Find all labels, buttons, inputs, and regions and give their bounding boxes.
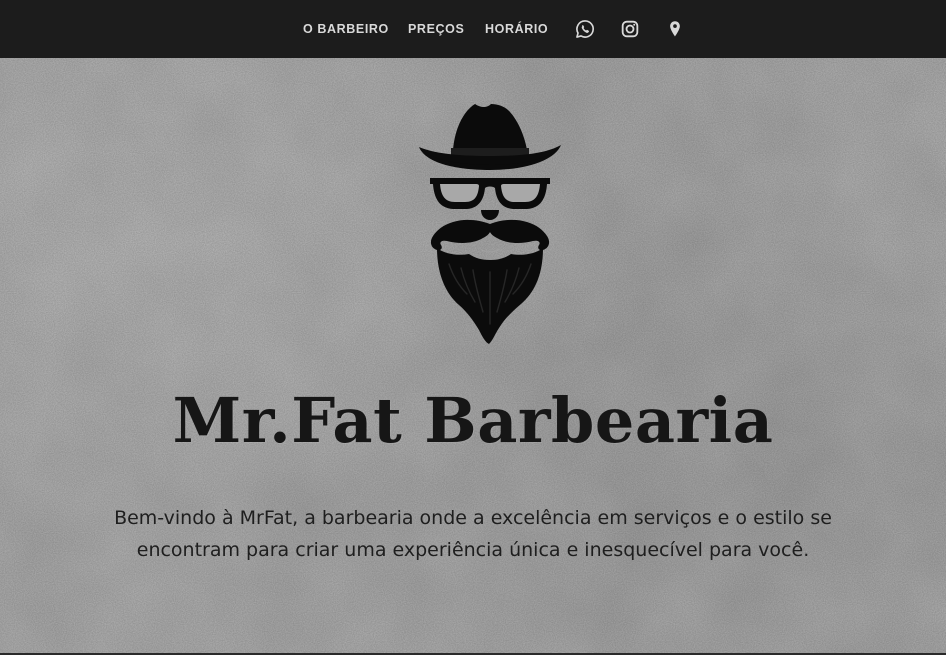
brand-title: Mr.Fat Barbearia xyxy=(172,384,774,457)
hero-section: Mr.Fat Barbearia Bem-vindo à MrFat, a ba… xyxy=(0,58,946,655)
top-navbar: O BARBEIRO PREÇOS HORÁRIO xyxy=(0,0,946,58)
nav-link-o-barbeiro[interactable]: O BARBEIRO xyxy=(303,21,389,37)
whatsapp-icon[interactable] xyxy=(574,18,596,40)
nav-link-precos[interactable]: PREÇOS xyxy=(408,21,464,37)
barber-logo-icon xyxy=(419,104,561,344)
instagram-icon[interactable] xyxy=(619,18,641,40)
welcome-text: Bem-vindo à MrFat, a barbearia onde a ex… xyxy=(114,507,832,561)
nav-link-horario[interactable]: HORÁRIO xyxy=(485,21,548,37)
location-pin-icon[interactable] xyxy=(664,18,686,40)
